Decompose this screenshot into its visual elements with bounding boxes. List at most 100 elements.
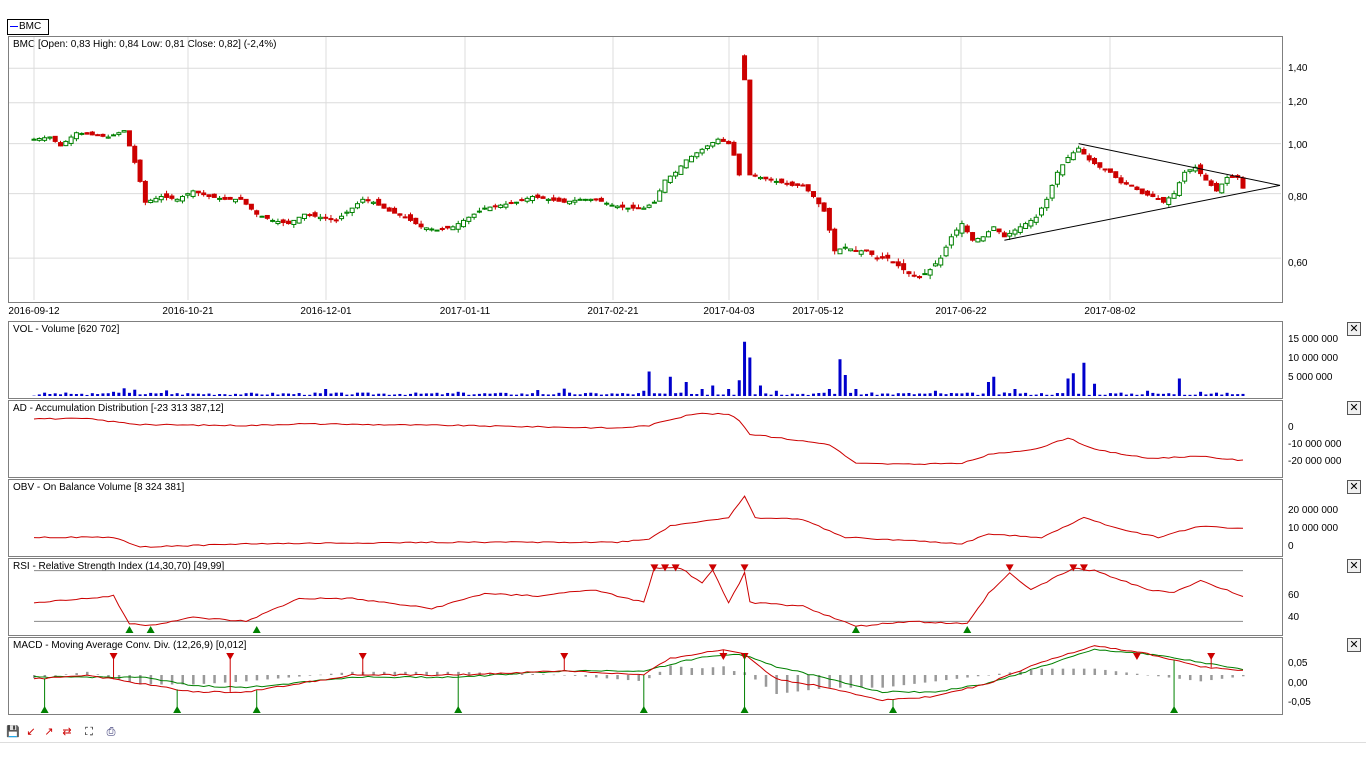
- candle-body: [323, 216, 329, 219]
- macd-histogram-bar: [1040, 668, 1043, 675]
- macd-histogram-bar: [393, 671, 397, 675]
- candle-body: [726, 140, 732, 145]
- candle-body: [439, 228, 445, 231]
- volume-bar: [255, 393, 259, 396]
- macd-histogram-bar: [701, 668, 704, 675]
- candle-body: [476, 210, 482, 213]
- volume-bar: [997, 394, 1001, 396]
- candle-body: [312, 212, 318, 217]
- volume-bar: [440, 394, 444, 396]
- candle-body: [84, 132, 90, 135]
- candle-body: [540, 196, 546, 199]
- macd-buy-marker: [1170, 706, 1179, 713]
- volume-bar: [80, 393, 84, 396]
- zoom-out-icon[interactable]: ↙: [24, 725, 38, 739]
- volume-bar: [371, 394, 375, 396]
- candle-body: [344, 211, 350, 214]
- volume-bar: [159, 392, 163, 396]
- volume-bar: [690, 393, 694, 396]
- volume-bar: [1066, 378, 1070, 396]
- volume-bar: [504, 392, 508, 396]
- candle-body: [1150, 193, 1156, 197]
- save-icon[interactable]: 💾: [6, 725, 20, 739]
- candle-body: [248, 203, 254, 210]
- candle-body: [932, 263, 938, 267]
- candle-body: [959, 223, 965, 234]
- macd-histogram-bar: [573, 675, 577, 676]
- volume-bar: [244, 393, 248, 396]
- volume-bar: [1167, 393, 1171, 396]
- ad-line: [33, 412, 1244, 466]
- volume-bar: [933, 390, 937, 396]
- macd-histogram-bar: [1167, 675, 1171, 678]
- macd-histogram-bar: [817, 675, 821, 689]
- candle-body: [991, 226, 997, 232]
- macd-histogram-bar: [732, 671, 736, 675]
- zoom-reset-icon[interactable]: ⇄: [60, 725, 74, 739]
- volume-bar: [515, 394, 519, 396]
- candle-body: [975, 237, 981, 243]
- volume-bar: [1172, 394, 1176, 396]
- candle-body: [1023, 223, 1029, 229]
- volume-bar: [1225, 392, 1229, 396]
- candle-body: [1028, 219, 1034, 227]
- macd-histogram-bar: [870, 675, 874, 688]
- volume-bar: [695, 394, 699, 396]
- volume-bar: [976, 394, 980, 396]
- macd-histogram-bar: [892, 675, 895, 687]
- macd-histogram-bar: [64, 674, 68, 675]
- fit-icon[interactable]: ⛶: [82, 725, 96, 739]
- macd-histogram-bar: [955, 675, 959, 679]
- macd-histogram-bar: [785, 675, 789, 693]
- candle-body: [185, 193, 191, 196]
- candle-body: [1134, 186, 1140, 191]
- print-icon[interactable]: ⎙: [104, 725, 118, 739]
- candle-body: [773, 180, 779, 183]
- candle-body: [598, 197, 604, 202]
- volume-bar: [902, 393, 906, 396]
- candle-body: [795, 183, 801, 186]
- volume-bar: [419, 393, 423, 396]
- volume-bar: [387, 394, 391, 396]
- macd-histogram-bar: [711, 667, 715, 675]
- volume-bar: [1177, 378, 1181, 396]
- rsi-buy-marker: [252, 626, 261, 633]
- candle-body: [694, 152, 700, 158]
- candle-body: [869, 250, 875, 255]
- volume-bar: [313, 392, 317, 396]
- candle-body: [1097, 162, 1103, 168]
- volume-bar: [64, 392, 68, 396]
- macd-sell-marker: [719, 653, 728, 660]
- candle-body: [63, 140, 69, 147]
- candle-body: [1129, 184, 1135, 187]
- volume-bar: [483, 393, 487, 396]
- macd-histogram-bar: [945, 675, 948, 681]
- macd-histogram-bar: [520, 673, 524, 675]
- macd-histogram-bar: [881, 675, 884, 688]
- candle-body: [1182, 171, 1188, 182]
- volume-bar: [843, 375, 847, 396]
- macd-histogram-bar: [563, 675, 566, 676]
- volume-bar: [196, 393, 200, 396]
- volume-bar: [324, 389, 328, 396]
- candle-body: [948, 236, 954, 246]
- volume-bar: [493, 393, 497, 396]
- candle-body: [1060, 164, 1066, 176]
- candle-body: [789, 181, 795, 186]
- candle-body: [461, 219, 467, 228]
- candle-body: [402, 216, 408, 219]
- candle-body: [164, 193, 170, 198]
- volume-bar: [1082, 362, 1086, 396]
- volume-bar: [456, 391, 460, 396]
- volume-bar: [1034, 394, 1038, 396]
- volume-bar: [1114, 393, 1118, 396]
- candle-body: [514, 201, 520, 204]
- candle-body: [211, 193, 217, 198]
- volume-bar: [626, 393, 630, 396]
- volume-bar: [1188, 394, 1192, 396]
- macd-histogram-bar: [1135, 673, 1139, 675]
- candle-body: [699, 148, 705, 154]
- zoom-in-icon[interactable]: ↗: [42, 725, 56, 739]
- volume-bar: [292, 394, 296, 396]
- volume-bar: [939, 393, 943, 396]
